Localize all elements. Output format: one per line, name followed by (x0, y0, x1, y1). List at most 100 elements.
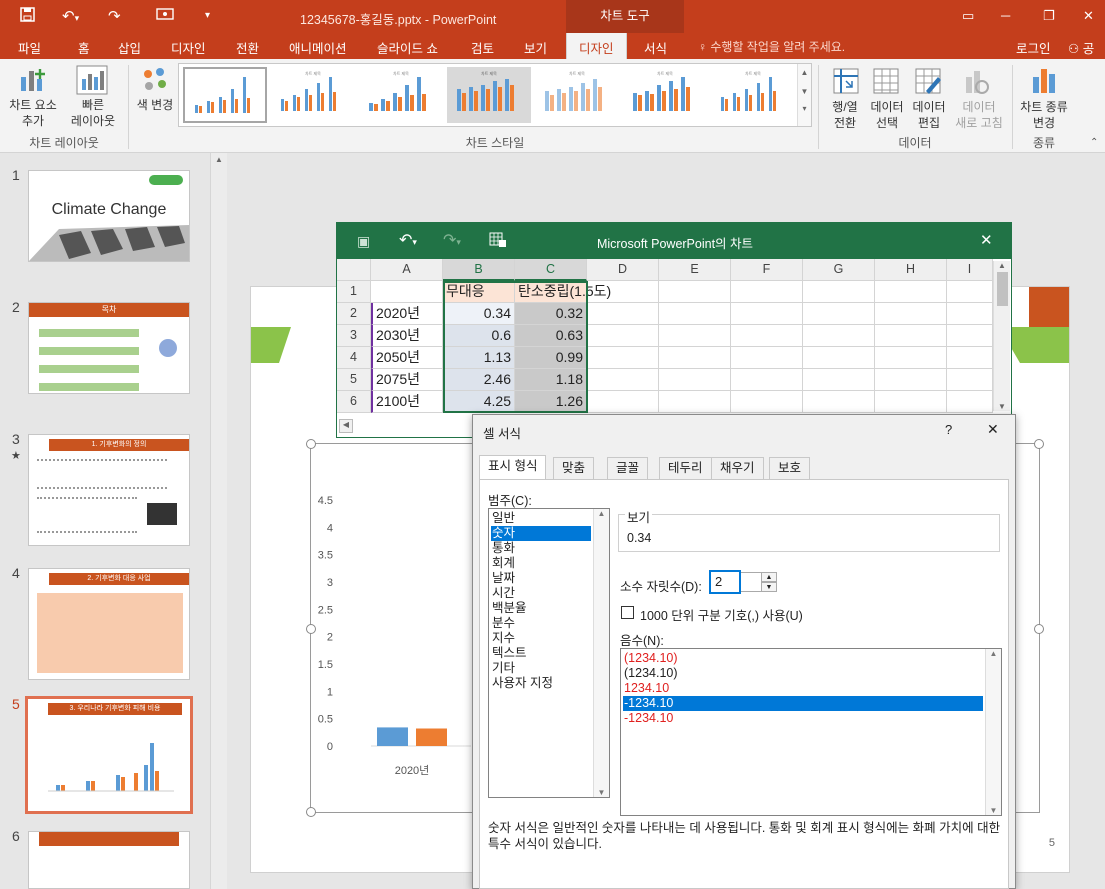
close-icon[interactable]: ✕ (980, 231, 993, 249)
edit-data-button[interactable]: 데이터 편집 (906, 99, 952, 131)
resize-handle[interactable] (1034, 624, 1044, 634)
thousands-separator-checkbox[interactable] (621, 606, 634, 619)
gallery-scroll[interactable]: ▲ ▼ ▾ (797, 64, 811, 126)
empty-cell[interactable] (803, 369, 875, 391)
empty-cell[interactable] (947, 325, 993, 347)
data-cell[interactable] (371, 281, 443, 303)
chevron-up-icon[interactable]: ▲ (994, 261, 1010, 270)
data-cell[interactable]: 0.99 (515, 347, 587, 369)
empty-cell[interactable] (803, 281, 875, 303)
chevron-down-icon[interactable]: ▼ (594, 788, 609, 797)
corner-cell[interactable] (337, 259, 371, 281)
tab-protection[interactable]: 보호 (769, 457, 811, 479)
empty-cell[interactable] (875, 303, 947, 325)
chevron-up-icon[interactable]: ▲ (986, 649, 1001, 658)
listbox-scrollbar[interactable]: ▲ ▼ (985, 649, 1001, 815)
presentation-icon[interactable] (156, 7, 174, 27)
quick-layout-button[interactable]: 빠른 레이아웃 (62, 97, 124, 129)
column-header[interactable]: A (371, 259, 443, 281)
save-icon[interactable] (20, 7, 35, 26)
empty-cell[interactable] (947, 347, 993, 369)
empty-cell[interactable] (875, 281, 947, 303)
empty-cell[interactable] (875, 369, 947, 391)
data-cell[interactable]: 2075년 (371, 369, 443, 391)
chart-style-2[interactable]: 차트 제목 (271, 67, 355, 123)
redo-icon[interactable]: ↷▾ (443, 230, 461, 250)
empty-cell[interactable] (659, 347, 731, 369)
tab-font[interactable]: 글꼴 (607, 457, 649, 479)
chevron-down-icon[interactable]: ▼ (798, 87, 811, 96)
spin-down-icon[interactable]: ▼ (761, 582, 777, 592)
empty-cell[interactable] (875, 391, 947, 413)
empty-cell[interactable] (659, 391, 731, 413)
chart-style-3[interactable]: 차트 제목 (359, 67, 443, 123)
data-cell[interactable]: 0.34 (443, 303, 515, 325)
empty-cell[interactable] (659, 281, 731, 303)
bar-series-2[interactable] (416, 728, 447, 746)
chart-style-6[interactable]: 차트 제목 (623, 67, 707, 123)
data-cell[interactable]: 2030년 (371, 325, 443, 347)
category-listbox[interactable]: 일반 숫자 통화 회계 날짜 시간 백분율 분수 지수 텍스트 기타 사용자 지정 ▲ ▼ (488, 508, 610, 798)
column-header[interactable]: F (731, 259, 803, 281)
tell-me-box[interactable]: ♀ 수행할 작업을 알려 주세요. (698, 38, 845, 55)
add-chart-element-button[interactable]: 차트 요소 추가 (4, 97, 62, 129)
data-cell[interactable]: 2020년 (371, 303, 443, 325)
tab-file[interactable]: 파일 (18, 38, 41, 57)
tab-view[interactable]: 보기 (524, 38, 547, 57)
redo-icon[interactable]: ↷ (108, 7, 121, 25)
change-chart-type-icon[interactable] (1030, 65, 1058, 98)
switch-row-column-icon[interactable] (832, 67, 860, 98)
row-header[interactable]: 4 (337, 347, 371, 369)
category-item[interactable]: 통화 (491, 541, 591, 556)
data-cell[interactable]: 1.13 (443, 347, 515, 369)
negative-format-item[interactable]: -1234.10 (623, 711, 983, 726)
data-cell[interactable]: 2.46 (443, 369, 515, 391)
column-header[interactable]: H (875, 259, 947, 281)
slide-thumbnail-3[interactable]: 1. 기후변화의 정의 (28, 434, 190, 546)
color-palette-icon[interactable] (140, 65, 170, 98)
vertical-scrollbar[interactable]: ▲ ▼ (993, 261, 1010, 411)
tab-slideshow[interactable]: 슬라이드 쇼 (377, 38, 438, 57)
category-item[interactable]: 기타 (491, 661, 591, 676)
tab-design[interactable]: 디자인 (171, 38, 206, 57)
undo-icon[interactable]: ↶▾ (62, 7, 79, 25)
tab-alignment[interactable]: 맞춤 (553, 457, 595, 479)
row-header[interactable]: 2 (337, 303, 371, 325)
category-item[interactable]: 날짜 (491, 571, 591, 586)
row-header[interactable]: 6 (337, 391, 371, 413)
empty-cell[interactable] (587, 281, 659, 303)
empty-cell[interactable] (587, 369, 659, 391)
tab-home[interactable]: 홈 (78, 38, 90, 57)
tab-animations[interactable]: 애니메이션 (289, 38, 347, 57)
close-icon[interactable]: ✕ (987, 421, 999, 438)
category-item[interactable]: 회계 (491, 556, 591, 571)
close-icon[interactable]: ✕ (1083, 8, 1094, 24)
customize-qat-icon[interactable]: ▾ (205, 10, 210, 21)
undo-icon[interactable]: ↶▾ (399, 230, 417, 250)
chevron-up-icon[interactable]: ▲ (798, 68, 811, 77)
category-item[interactable]: 분수 (491, 616, 591, 631)
tab-chart-format[interactable]: 서식 (644, 38, 667, 57)
restore-icon[interactable]: ❐ (1043, 8, 1055, 24)
chart-style-5[interactable]: 차트 제목 (535, 67, 619, 123)
tab-number[interactable]: 표시 형식 (479, 455, 547, 480)
minimize-icon[interactable]: ─ (1001, 8, 1010, 23)
spin-up-icon[interactable]: ▲ (761, 572, 777, 582)
empty-cell[interactable] (803, 303, 875, 325)
chevron-down-icon[interactable]: ▼ (994, 402, 1010, 411)
column-header[interactable]: I (947, 259, 993, 281)
category-item[interactable]: 시간 (491, 586, 591, 601)
data-cell[interactable]: 무대응 (443, 281, 515, 303)
empty-cell[interactable] (731, 391, 803, 413)
data-cell[interactable]: 4.25 (443, 391, 515, 413)
empty-cell[interactable] (731, 347, 803, 369)
switch-row-column-button[interactable]: 행/열 전환 (824, 99, 866, 131)
change-chart-type-button[interactable]: 차트 종류 변경 (1014, 99, 1074, 131)
edit-in-excel-icon[interactable] (489, 232, 507, 251)
select-data-button[interactable]: 데이터 선택 (866, 99, 908, 131)
row-header[interactable]: 3 (337, 325, 371, 347)
tab-insert[interactable]: 삽입 (118, 38, 141, 57)
slide-thumbnail-4[interactable]: 2. 기후변화 대응 사업 (28, 568, 190, 680)
empty-cell[interactable] (731, 303, 803, 325)
data-cell[interactable]: 2100년 (371, 391, 443, 413)
